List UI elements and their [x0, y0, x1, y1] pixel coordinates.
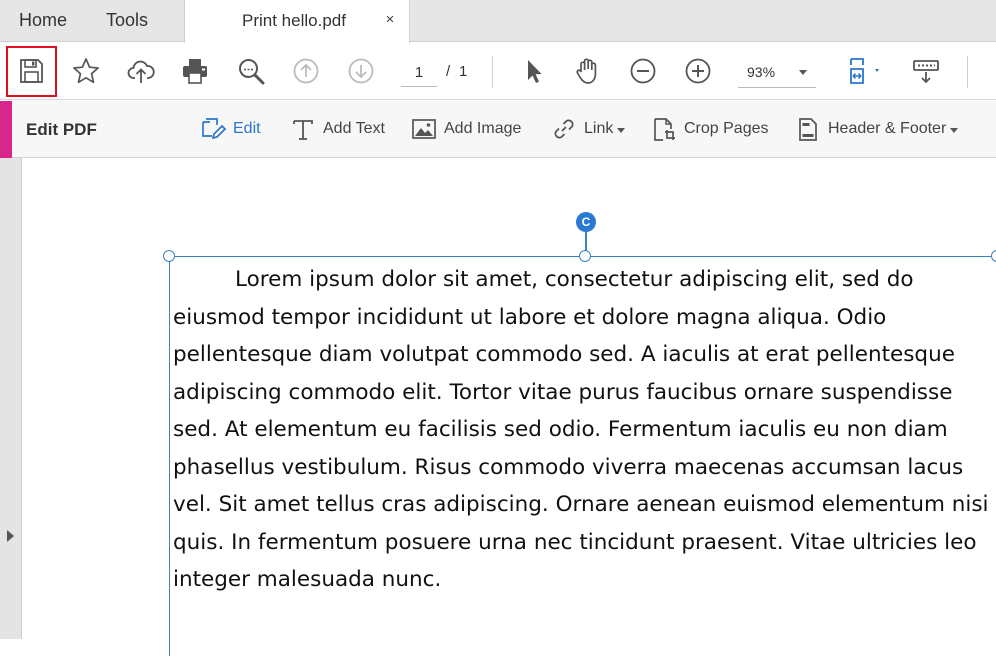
- tab-bar: Home Tools Print hello.pdf ×: [0, 0, 996, 43]
- next-page-button[interactable]: [343, 53, 379, 89]
- header-footer-icon: [799, 118, 817, 141]
- zoom-out-button[interactable]: [625, 53, 661, 89]
- page-fit-icon: [850, 58, 879, 84]
- link-label: Link: [584, 120, 614, 137]
- rotate-handle-icon[interactable]: C: [576, 212, 596, 232]
- save-button[interactable]: [13, 53, 49, 89]
- close-tab-icon[interactable]: ×: [382, 12, 398, 28]
- link-chain-icon: [554, 119, 574, 139]
- cloud-upload-icon: [127, 60, 155, 83]
- crop-pages-label: Crop Pages: [684, 120, 769, 137]
- tab-document-label: Print hello.pdf: [242, 11, 346, 30]
- hand-tool-icon: [576, 58, 597, 84]
- image-icon: [412, 119, 436, 139]
- tab-home[interactable]: Home: [19, 0, 67, 42]
- document-paragraph[interactable]: Lorem ipsum dolor sit amet, consectetur …: [173, 261, 996, 599]
- zoom-in-button[interactable]: [680, 53, 716, 89]
- edit-pdf-toolbar: Edit PDF Edit Add Text Add Image Link Cr…: [0, 101, 996, 158]
- add-text-button[interactable]: Add Text: [290, 114, 385, 144]
- edit-tool-label: Edit: [233, 120, 261, 137]
- edit-tool-button[interactable]: Edit: [200, 114, 261, 144]
- scroll-mode-button[interactable]: [908, 53, 944, 89]
- expand-panel-arrow-icon[interactable]: [7, 530, 14, 542]
- add-image-label: Add Image: [444, 120, 522, 137]
- crop-page-icon: [654, 118, 675, 141]
- link-button[interactable]: Link: [551, 114, 626, 144]
- zoom-in-icon: [685, 58, 711, 84]
- zoom-level-dropdown[interactable]: 93%: [738, 58, 816, 88]
- left-panel-rail: [0, 158, 22, 639]
- edit-pdf-title: Edit PDF: [26, 120, 97, 139]
- select-tool-button[interactable]: [515, 53, 551, 89]
- zoom-search-icon: [239, 59, 265, 85]
- zoom-search-button[interactable]: [233, 53, 269, 89]
- add-text-label: Add Text: [323, 120, 385, 137]
- header-footer-label: Header & Footer: [828, 120, 947, 137]
- select-arrow-icon: [528, 60, 542, 83]
- scroll-mode-icon: [913, 60, 939, 84]
- bookmark-star-icon: [73, 58, 99, 84]
- header-footer-button[interactable]: Header & Footer: [795, 114, 959, 144]
- tab-document[interactable]: Print hello.pdf ×: [184, 0, 410, 43]
- zoom-out-icon: [630, 58, 656, 84]
- print-icon: [183, 59, 207, 84]
- document-canvas: C Lorem ipsum dolor sit amet, consectetu…: [23, 158, 996, 656]
- tab-tools[interactable]: Tools: [106, 0, 148, 42]
- text-edit-box[interactable]: C Lorem ipsum dolor sit amet, consectetu…: [163, 212, 996, 656]
- previous-page-icon: [293, 58, 319, 84]
- next-page-icon: [348, 58, 374, 84]
- chevron-down-icon: [950, 127, 959, 133]
- zoom-level-value: 93%: [747, 64, 776, 80]
- add-image-button[interactable]: Add Image: [411, 114, 521, 144]
- toolbar-divider: [492, 56, 493, 88]
- main-toolbar: / 1 93%: [0, 43, 996, 100]
- print-button[interactable]: [177, 53, 213, 89]
- save-icon: [20, 59, 43, 83]
- text-t-icon: [293, 120, 313, 140]
- hand-tool-button[interactable]: [570, 53, 606, 89]
- page-number-input[interactable]: [401, 59, 437, 87]
- page-fit-button[interactable]: [838, 53, 888, 89]
- previous-page-button[interactable]: [288, 53, 324, 89]
- edit-pencil-icon: [202, 118, 226, 140]
- crop-pages-button[interactable]: Crop Pages: [651, 114, 769, 144]
- toolbar-divider: [967, 56, 968, 88]
- chevron-down-icon: [799, 70, 807, 75]
- page-total: 1: [459, 63, 468, 80]
- page-separator: /: [446, 63, 451, 80]
- cloud-upload-button[interactable]: [123, 53, 159, 89]
- chevron-down-icon: [617, 127, 626, 133]
- edit-bar-accent: [0, 101, 12, 158]
- bookmark-star-button[interactable]: [68, 53, 104, 89]
